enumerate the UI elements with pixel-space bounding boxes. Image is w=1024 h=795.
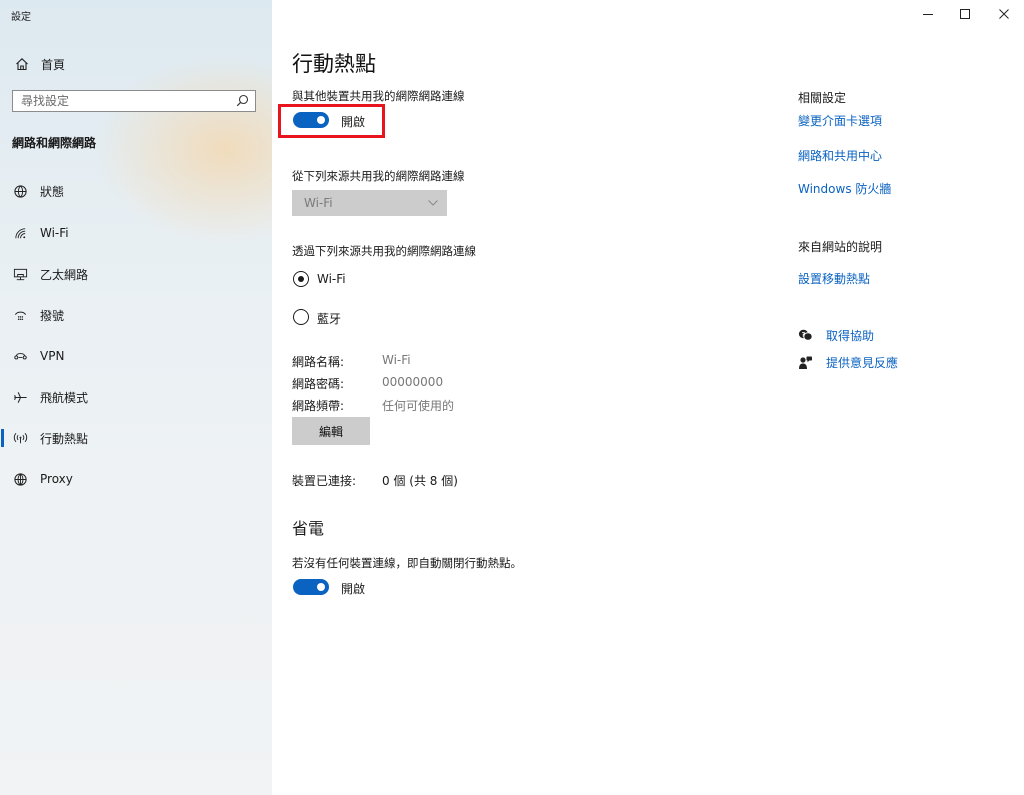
feedback-icon: [799, 356, 812, 369]
devices-connected-key: 裝置已連接:: [292, 474, 357, 488]
sidebar-item-label: 飛航模式: [40, 390, 89, 405]
sidebar-section-title: 網路和網際網路: [12, 136, 97, 150]
feedback-link[interactable]: 提供意見反應: [798, 354, 898, 371]
sidebar-item-label: 乙太網路: [40, 267, 89, 282]
power-saving-title: 省電: [292, 519, 325, 538]
search-box: [12, 90, 256, 112]
sidebar-item-vpn[interactable]: VPN: [0, 346, 272, 366]
app-title: 設定: [11, 12, 31, 23]
get-help-label: 取得協助: [826, 329, 875, 343]
airplane-icon: [14, 391, 27, 403]
share-toggle-state: 開啟: [341, 115, 366, 129]
network-password-key: 網路密碼:: [292, 377, 345, 391]
svg-text:?: ?: [802, 330, 806, 338]
sidebar-item-label: Wi-Fi: [40, 226, 69, 240]
maximize-icon: [960, 9, 970, 19]
home-icon: [16, 58, 28, 71]
via-label: 透過下列來源共用我的網際網路連線: [292, 244, 476, 258]
search-icon[interactable]: [236, 94, 249, 107]
link-windows-firewall[interactable]: Windows 防火牆: [798, 180, 891, 197]
sidebar-item-dialup[interactable]: 撥號: [0, 305, 272, 325]
related-settings-title: 相關設定: [798, 91, 847, 105]
radio-wifi[interactable]: [293, 271, 309, 287]
share-connection-toggle[interactable]: [293, 112, 329, 128]
chevron-down-icon: [428, 200, 438, 206]
search-input[interactable]: [13, 91, 231, 111]
sidebar-item-wifi[interactable]: Wi-Fi: [0, 223, 272, 243]
network-name-value: Wi-Fi: [382, 353, 411, 367]
link-network-sharing-center[interactable]: 網路和共用中心: [798, 147, 882, 164]
sidebar-item-ethernet[interactable]: 乙太網路: [0, 264, 272, 284]
edit-button[interactable]: 編輯: [292, 417, 370, 445]
power-toggle-state: 開啟: [341, 582, 366, 596]
active-indicator: [1, 429, 4, 447]
close-button[interactable]: [993, 6, 1015, 22]
sidebar: 設定 首頁 網路和網際網路 狀態 Wi-Fi: [0, 0, 272, 795]
source-dropdown-value: Wi-Fi: [304, 196, 333, 210]
sidebar-item-airplane[interactable]: 飛航模式: [0, 387, 272, 407]
page-title: 行動熱點: [292, 52, 376, 76]
sidebar-home[interactable]: 首頁: [14, 55, 65, 73]
ethernet-icon: [13, 268, 28, 280]
radio-bluetooth[interactable]: [293, 309, 309, 325]
sidebar-item-proxy[interactable]: Proxy: [0, 469, 272, 489]
link-adapter-options[interactable]: 變更介面卡選項: [798, 112, 882, 129]
minimize-button[interactable]: [917, 6, 939, 22]
source-dropdown[interactable]: Wi-Fi: [292, 190, 447, 216]
globe-icon: [14, 472, 27, 486]
network-band-key: 網路頻帶:: [292, 399, 345, 413]
power-saving-toggle[interactable]: [293, 579, 329, 595]
network-name-key: 網路名稱:: [292, 355, 345, 369]
sidebar-item-label: 行動熱點: [40, 431, 89, 446]
web-help-title: 來自網站的說明: [798, 240, 883, 254]
source-label: 從下列來源共用我的網際網路連線: [292, 169, 465, 183]
sidebar-item-label: 撥號: [40, 308, 65, 323]
sidebar-item-status[interactable]: 狀態: [0, 181, 272, 201]
sidebar-home-label: 首頁: [41, 57, 66, 72]
share-connection-label: 與其他裝置共用我的網際網路連線: [292, 89, 465, 103]
sidebar-item-label: 狀態: [40, 184, 65, 199]
devices-connected-value: 0 個 (共 8 個): [382, 474, 458, 488]
radio-bluetooth-label: 藍牙: [317, 312, 342, 326]
wifi-icon: [15, 227, 26, 238]
link-setup-hotspot[interactable]: 設置移動熱點: [798, 270, 870, 287]
feedback-label: 提供意見反應: [826, 356, 899, 370]
network-band-value: 任何可使用的: [382, 399, 455, 413]
power-saving-description: 若沒有任何裝置連線，即自動關閉行動熱點。: [292, 556, 522, 570]
get-help-link[interactable]: ? 取得協助: [798, 327, 874, 344]
sidebar-item-label: Proxy: [40, 472, 73, 486]
get-help-icon: ?: [798, 329, 813, 341]
network-password-value: 00000000: [382, 375, 444, 389]
maximize-button[interactable]: [954, 6, 976, 22]
vpn-icon: [14, 352, 27, 359]
close-icon: [999, 9, 1009, 19]
sidebar-item-hotspot[interactable]: 行動熱點: [0, 428, 272, 448]
hotspot-icon: [13, 432, 28, 443]
sidebar-item-label: VPN: [40, 349, 65, 363]
globe-status-icon: [14, 184, 27, 198]
dialup-icon: [14, 311, 27, 320]
radio-wifi-label: Wi-Fi: [317, 272, 346, 286]
minimize-icon: [923, 14, 933, 15]
